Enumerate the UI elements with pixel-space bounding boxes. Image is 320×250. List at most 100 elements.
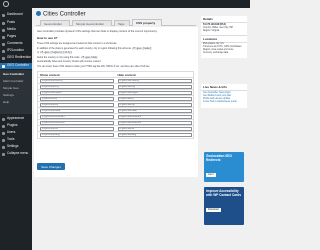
collapse-icon xyxy=(2,152,5,156)
paragraph-3-text: Setup the country or city using this cod… xyxy=(37,56,81,59)
hide-class-field[interactable]: cf-geo-hide-ip xyxy=(117,96,192,101)
sidebar-item-ip2location[interactable]: IP2Location xyxy=(0,48,32,54)
submenu-item-label: Simple Geo xyxy=(3,85,19,90)
show-class-field[interactable]: cf-geo-show-ip xyxy=(40,96,114,101)
sidebar-item-dashboard[interactable]: Dashboard xyxy=(0,12,32,18)
page-title-text: Cities Controller xyxy=(43,11,86,18)
sidebar-item-settings[interactable]: Settings xyxy=(0,144,32,150)
section-heading: How to use it? xyxy=(37,36,58,40)
hide-class-field[interactable]: cf-geo-hide-os xyxy=(117,126,192,131)
sidebar-item-label: Comments xyxy=(7,41,23,46)
panel-subtitle: Locations xyxy=(201,34,247,43)
intro-text: Geo Controller provides dynamic CSS sett… xyxy=(37,30,158,33)
sidebar-item-label: Posts xyxy=(7,20,15,25)
globe-icon xyxy=(36,11,41,16)
hide-class-field[interactable]: cf-geo-hide-timezone xyxy=(117,120,192,125)
sidebar-item-tools[interactable]: Tools xyxy=(0,137,32,143)
sidebar-item-geo-redirection[interactable]: GEO Redirection xyxy=(0,55,32,61)
submenu-item-simple-geo[interactable]: Simple Geo xyxy=(0,85,32,91)
ip-value: 54.175.193.188 (IPv4) xyxy=(203,24,226,26)
sidebar-item-label: Settings xyxy=(7,144,19,149)
news-panel: Live News & Info Geo Controller: New plu… xyxy=(201,84,247,108)
tab-simple-geocontroller[interactable]: Simple Geocontroller xyxy=(72,20,112,26)
media-icon xyxy=(2,28,5,32)
panel-title: Live News & Info xyxy=(201,84,247,91)
sidebar-item-appearance[interactable]: Appearance xyxy=(0,116,32,122)
table-row: cf-geo-show-lang cf-geo-hide-lang xyxy=(38,132,193,138)
promo-title: Improve Accessibility with WP Contact Ca… xyxy=(206,189,242,197)
detail-line: Currency exchange data xyxy=(203,52,229,55)
submenu-item-label: Settings xyxy=(3,92,14,97)
sidebar-item-users[interactable]: Users xyxy=(0,130,32,136)
show-class-field[interactable]: cf-geo-show-timezone xyxy=(40,120,114,125)
sidebar-item-geo-controller[interactable]: GEO Controller xyxy=(0,63,32,69)
paragraph-2: In addition of the class is generated fo… xyxy=(37,47,152,50)
promo-button[interactable]: Download xyxy=(206,207,221,212)
paragraph-1: These CSS settings are designed and test… xyxy=(37,42,118,45)
hide-class-field[interactable]: cf-geo-hide-state xyxy=(117,108,192,113)
tab-tags[interactable]: Tags xyxy=(114,20,130,26)
show-class-field[interactable]: cf-geo-show-city xyxy=(40,84,114,89)
pin-icon xyxy=(2,21,5,25)
sidebar-item-label: Plugins xyxy=(7,123,18,128)
wordpress-logo-icon[interactable] xyxy=(3,1,9,7)
submenu-item-geo-controller[interactable]: Geo Controller xyxy=(0,71,32,77)
location-icon xyxy=(2,49,5,53)
dashboard-icon xyxy=(2,13,5,17)
settings-icon xyxy=(2,145,5,149)
code-snippet: cf-geo-hide xyxy=(80,56,98,59)
show-class-field[interactable]: cf-geo-show-os xyxy=(40,126,114,131)
tab-css-property[interactable]: CSS property xyxy=(132,19,162,26)
tab-bar: Geocontroller Simple Geocontroller Tags … xyxy=(36,19,196,26)
submenu-item-label: Geo Controller xyxy=(3,71,25,76)
paragraph-2b: or cf-geo-[region]-[city] xyxy=(37,51,73,54)
sidebar-item-label: Users xyxy=(7,130,16,135)
sidebar-item-label: IP2Location xyxy=(7,48,24,53)
column-header-show: Show content xyxy=(40,72,60,77)
show-class-field[interactable]: cf-geo-show-lang xyxy=(40,133,114,137)
show-class-field[interactable]: cf-geo-show-state xyxy=(40,108,114,113)
submenu-item-help[interactable]: Help xyxy=(0,99,32,105)
hide-class-field[interactable]: cf-geo-hide-region xyxy=(117,90,192,95)
show-class-field[interactable]: cf-geo-show-country xyxy=(40,78,114,83)
sidebar-item-pages[interactable]: Pages xyxy=(0,34,32,40)
column-header-hide: Hide content xyxy=(117,72,136,77)
news-link[interactable]: A new Tool in maintenance mode xyxy=(201,101,247,104)
sidebar-item-collapse[interactable]: Collapse menu xyxy=(0,151,32,157)
promo-banner-geo-redirects[interactable]: Geolocation SEO Redirects Get it xyxy=(204,152,244,182)
settings-panel: Geo Controller provides dynamic CSS sett… xyxy=(34,27,198,177)
paragraph-3b: Automatically hides and Country Codes wi… xyxy=(37,60,102,63)
details-panel: Details 54.175.193.188 (IPv4) Country: B… xyxy=(201,16,247,58)
submenu-item-label: Help xyxy=(3,99,10,104)
save-button[interactable]: Save Changes xyxy=(37,163,65,170)
submenu-item-geo-controller-2[interactable]: GEO Controller xyxy=(0,78,32,84)
paragraph-2-text: In addition of the class is generated fo… xyxy=(37,47,132,50)
sidebar-item-posts[interactable]: Posts xyxy=(0,20,32,26)
show-class-field[interactable]: cf-geo-show-continent xyxy=(40,114,114,119)
sidebar-item-label: GEO Controller xyxy=(7,63,29,68)
hide-class-field[interactable]: cf-geo-hide-city xyxy=(117,84,192,89)
submenu-item-settings[interactable]: Settings xyxy=(0,92,32,98)
wrench-icon xyxy=(2,138,5,142)
tab-geocontroller[interactable]: Geocontroller xyxy=(40,20,70,26)
globe-icon xyxy=(2,64,5,68)
paragraph-3: Setup the country or city using this cod… xyxy=(37,56,98,59)
hide-class-field[interactable]: cf-geo-hide-continent xyxy=(117,114,192,119)
promo-button[interactable]: Get it xyxy=(206,172,216,177)
sidebar-item-media[interactable]: Media xyxy=(0,27,32,33)
sidebar-item-label: Dashboard xyxy=(7,12,23,17)
paragraph-2b-text: or xyxy=(37,51,40,54)
hide-class-field[interactable]: cf-geo-hide-lang xyxy=(117,133,192,137)
sidebar-item-label: Pages xyxy=(7,34,17,39)
show-class-field[interactable]: cf-geo-show-region xyxy=(40,90,114,95)
sidebar-item-comments[interactable]: Comments xyxy=(0,41,32,47)
sidebar-item-plugins[interactable]: Plugins xyxy=(0,123,32,129)
detail-line: Region: Virginia xyxy=(203,30,220,33)
redirect-icon xyxy=(2,56,5,60)
show-class-field[interactable]: cf-geo-show-zip xyxy=(40,102,114,107)
hide-class-field[interactable]: cf-geo-hide-country xyxy=(117,78,192,83)
promo-banner-accessibility[interactable]: Improve Accessibility with WP Contact Ca… xyxy=(204,187,244,225)
panel-title: Details xyxy=(201,16,247,23)
hide-class-field[interactable]: cf-geo-hide-zip xyxy=(117,102,192,107)
code-snippet: cf-geo-[region]-[city] xyxy=(39,51,73,54)
